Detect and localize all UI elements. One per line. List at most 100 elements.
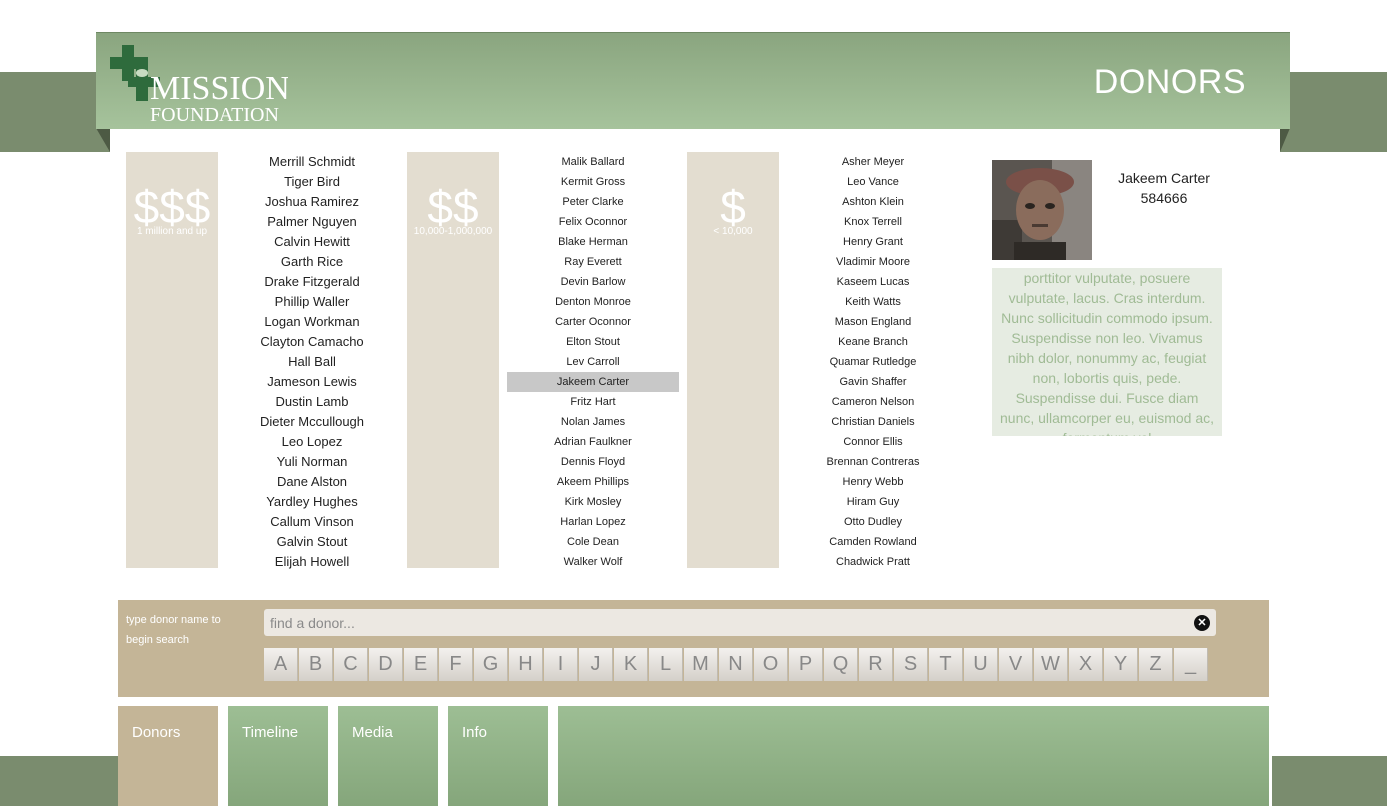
donor-name-item[interactable]: Mason England — [787, 312, 959, 332]
donor-name-item[interactable]: Fritz Hart — [507, 392, 679, 412]
letter-key[interactable]: I — [544, 648, 578, 681]
letter-key[interactable]: _ — [1174, 648, 1208, 681]
donor-name-item[interactable]: Chadwick Pratt — [787, 552, 959, 572]
donor-name-item[interactable]: Carter Oconnor — [507, 312, 679, 332]
letter-key[interactable]: M — [684, 648, 718, 681]
donor-name-item[interactable]: Walker Wolf — [507, 552, 679, 572]
donor-name-item[interactable]: Yuli Norman — [226, 452, 398, 472]
donor-name-item[interactable]: Tiger Bird — [226, 172, 398, 192]
letter-key[interactable]: Q — [824, 648, 858, 681]
donor-name-item[interactable]: Lev Carroll — [507, 352, 679, 372]
donor-name-item[interactable]: Calvin Hewitt — [226, 232, 398, 252]
donor-name-item[interactable]: Malik Ballard — [507, 152, 679, 172]
search-box[interactable]: ✕ — [264, 609, 1216, 636]
donor-name-item[interactable]: Knox Terrell — [787, 212, 959, 232]
donor-name-item[interactable]: Vladimir Moore — [787, 252, 959, 272]
donor-name-item[interactable]: Quamar Rutledge — [787, 352, 959, 372]
donor-name-item[interactable]: Kermit Gross — [507, 172, 679, 192]
close-circle-icon[interactable]: ✕ — [1194, 615, 1210, 631]
tab-media[interactable]: Media — [338, 706, 438, 806]
donor-name-item[interactable]: Christian Daniels — [787, 412, 959, 432]
letter-key[interactable]: U — [964, 648, 998, 681]
letter-key[interactable]: F — [439, 648, 473, 681]
letter-key[interactable]: W — [1034, 648, 1068, 681]
donor-name-item[interactable]: Connor Ellis — [787, 432, 959, 452]
letter-key[interactable]: E — [404, 648, 438, 681]
letter-key[interactable]: X — [1069, 648, 1103, 681]
donor-name-item[interactable]: Adrian Faulkner — [507, 432, 679, 452]
donor-name-item[interactable]: Cameron Nelson — [787, 392, 959, 412]
donor-name-item[interactable]: Phillip Waller — [226, 292, 398, 312]
donor-name-item[interactable]: Keith Watts — [787, 292, 959, 312]
donor-name-item[interactable]: Elton Stout — [507, 332, 679, 352]
letter-key[interactable]: K — [614, 648, 648, 681]
donor-name-item[interactable]: Drake Fitzgerald — [226, 272, 398, 292]
donor-name-item[interactable]: Callum Vinson — [226, 512, 398, 532]
letter-key[interactable]: G — [474, 648, 508, 681]
letter-key[interactable]: B — [299, 648, 333, 681]
donor-name-item[interactable]: Hiram Guy — [787, 492, 959, 512]
donor-name-item[interactable]: Hall Ball — [226, 352, 398, 372]
donor-name-item[interactable]: Akeem Phillips — [507, 472, 679, 492]
letter-key[interactable]: O — [754, 648, 788, 681]
donor-name-item[interactable]: Felix Oconnor — [507, 212, 679, 232]
donor-name-item[interactable]: Camden Rowland — [787, 532, 959, 552]
donor-name-item[interactable]: Dieter Mccullough — [226, 412, 398, 432]
donor-name-item[interactable]: Clayton Camacho — [226, 332, 398, 352]
donor-name-item[interactable]: Joshua Ramirez — [226, 192, 398, 212]
donor-name-item[interactable]: Galvin Stout — [226, 532, 398, 552]
donor-name-item[interactable]: Logan Workman — [226, 312, 398, 332]
letter-key[interactable]: V — [999, 648, 1033, 681]
tab-donors[interactable]: Donors — [118, 706, 218, 806]
tier-box-1[interactable]: $$$ 1 million and up — [126, 152, 218, 568]
donor-name-item[interactable]: Cole Dean — [507, 532, 679, 552]
donor-name-item[interactable]: Dane Alston — [226, 472, 398, 492]
tier-box-3[interactable]: $ < 10,000 — [687, 152, 779, 568]
donor-name-item[interactable]: Denton Monroe — [507, 292, 679, 312]
letter-key[interactable]: S — [894, 648, 928, 681]
donor-name-item[interactable]: Blake Herman — [507, 232, 679, 252]
donor-name-item[interactable]: Keane Branch — [787, 332, 959, 352]
donor-name-item[interactable]: Dustin Lamb — [226, 392, 398, 412]
tier-box-2[interactable]: $$ 10,000-1,000,000 — [407, 152, 499, 568]
donor-name-item[interactable]: Ray Everett — [507, 252, 679, 272]
letter-key[interactable]: D — [369, 648, 403, 681]
donor-name-item[interactable]: Gavin Shaffer — [787, 372, 959, 392]
donor-bio[interactable]: porttitor vulputate, posuere vulputate, … — [992, 268, 1222, 436]
donor-name-item[interactable]: Garth Rice — [226, 252, 398, 272]
donor-name-item[interactable]: Henry Grant — [787, 232, 959, 252]
donor-name-item[interactable]: Yardley Hughes — [226, 492, 398, 512]
letter-key[interactable]: Y — [1104, 648, 1138, 681]
donor-name-item[interactable]: Otto Dudley — [787, 512, 959, 532]
donor-name-item[interactable]: Harlan Lopez — [507, 512, 679, 532]
donor-name-item[interactable]: Elijah Howell — [226, 552, 398, 572]
donor-name-item[interactable]: Kirk Mosley — [507, 492, 679, 512]
donor-name-item[interactable]: Leo Lopez — [226, 432, 398, 452]
letter-key[interactable]: P — [789, 648, 823, 681]
donor-name-item[interactable]: Kaseem Lucas — [787, 272, 959, 292]
donor-name-item[interactable]: Henry Webb — [787, 472, 959, 492]
donor-name-item[interactable]: Dennis Floyd — [507, 452, 679, 472]
donor-name-item[interactable]: Leo Vance — [787, 172, 959, 192]
donor-name-item[interactable]: Nolan James — [507, 412, 679, 432]
donor-name-item[interactable]: Asher Meyer — [787, 152, 959, 172]
tab-timeline[interactable]: Timeline — [228, 706, 328, 806]
donor-name-item[interactable]: Brennan Contreras — [787, 452, 959, 472]
letter-key[interactable]: R — [859, 648, 893, 681]
letter-key[interactable]: J — [579, 648, 613, 681]
letter-key[interactable]: L — [649, 648, 683, 681]
donor-name-item[interactable]: Peter Clarke — [507, 192, 679, 212]
letter-key[interactable]: C — [334, 648, 368, 681]
tab-info[interactable]: Info — [448, 706, 548, 806]
donor-name-item[interactable]: Palmer Nguyen — [226, 212, 398, 232]
letter-key[interactable]: H — [509, 648, 543, 681]
letter-key[interactable]: A — [264, 648, 298, 681]
letter-key[interactable]: N — [719, 648, 753, 681]
donor-name-item[interactable]: Devin Barlow — [507, 272, 679, 292]
donor-name-item[interactable]: Ashton Klein — [787, 192, 959, 212]
donor-name-item[interactable]: Merrill Schmidt — [226, 152, 398, 172]
donor-name-item[interactable]: Jameson Lewis — [226, 372, 398, 392]
letter-key[interactable]: T — [929, 648, 963, 681]
search-input[interactable] — [270, 609, 1170, 636]
letter-key[interactable]: Z — [1139, 648, 1173, 681]
